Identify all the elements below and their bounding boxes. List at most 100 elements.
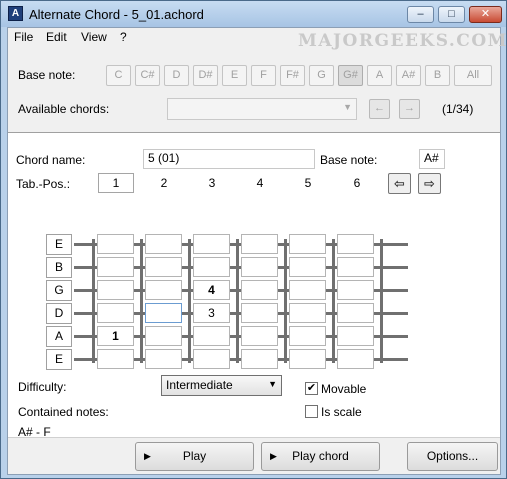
note-button-a[interactable]: A xyxy=(367,65,392,86)
fret-cell[interactable] xyxy=(145,234,182,254)
fret-cell[interactable] xyxy=(193,326,230,346)
note-button-f[interactable]: F xyxy=(251,65,276,86)
fret-cell[interactable] xyxy=(241,257,278,277)
maximize-button[interactable]: □ xyxy=(438,6,465,23)
note-button-d[interactable]: D xyxy=(164,65,189,86)
fret-cell[interactable] xyxy=(337,326,374,346)
chord-panel: Chord name: 5 (01) Base note: A# Tab.-Po… xyxy=(8,132,500,439)
note-button-c-sharp[interactable]: C# xyxy=(135,65,160,86)
note-button-f-sharp[interactable]: F# xyxy=(280,65,305,86)
note-button-a-sharp[interactable]: A# xyxy=(396,65,421,86)
app-window: A Alternate Chord - 5_01.achord – □ ✕ Fi… xyxy=(0,0,507,479)
fret-cell[interactable] xyxy=(145,303,182,323)
fret-line xyxy=(188,239,191,363)
tab-pos-label: Tab.-Pos.: xyxy=(16,177,71,191)
close-button[interactable]: ✕ xyxy=(469,6,502,23)
tab-position-6: 6 xyxy=(353,176,361,190)
fret-cell[interactable] xyxy=(97,349,134,369)
prev-position-button[interactable]: ⇦ xyxy=(388,173,411,194)
menu-edit[interactable]: Edit xyxy=(46,30,67,44)
fret-cell[interactable] xyxy=(241,280,278,300)
fret-line xyxy=(140,239,143,363)
fret-line xyxy=(284,239,287,363)
is-scale-checkbox[interactable] xyxy=(305,405,318,418)
tab-position-3: 3 xyxy=(208,176,216,190)
fret-cell[interactable] xyxy=(241,234,278,254)
fret-cell[interactable] xyxy=(145,326,182,346)
note-button-e[interactable]: E xyxy=(222,65,247,86)
fret-cell[interactable] xyxy=(145,257,182,277)
fret-cell[interactable] xyxy=(193,234,230,254)
contained-notes-value: A# - F xyxy=(18,425,51,439)
footer: ▶ Play ▶ Play chord Options... xyxy=(8,438,500,474)
options-button[interactable]: Options... xyxy=(407,442,498,471)
note-button-g[interactable]: G xyxy=(309,65,334,86)
next-position-button[interactable]: ⇨ xyxy=(418,173,441,194)
note-button-c[interactable]: C xyxy=(106,65,131,86)
tab-position-2: 2 xyxy=(160,176,168,190)
fret-cell[interactable] xyxy=(97,234,134,254)
difficulty-select[interactable]: Intermediate ▼ xyxy=(161,375,282,396)
menu-help[interactable]: ? xyxy=(120,30,127,44)
watermark: MAJORGEEKS.COM xyxy=(298,31,507,51)
fret-cell[interactable] xyxy=(145,280,182,300)
chord-base-note-field[interactable]: A# xyxy=(419,149,445,169)
fret-cell[interactable] xyxy=(241,349,278,369)
movable-label: Movable xyxy=(321,382,367,396)
string-label-e-high: E xyxy=(46,234,72,255)
difficulty-label: Difficulty: xyxy=(18,380,67,394)
chord-counter: (1/34) xyxy=(442,102,474,116)
chord-name-input[interactable]: 5 (01) xyxy=(143,149,315,169)
fret-cell[interactable] xyxy=(337,349,374,369)
fret-cell[interactable] xyxy=(241,326,278,346)
fret-cell[interactable] xyxy=(289,326,326,346)
base-note-label: Base note: xyxy=(18,68,76,82)
menu-view[interactable]: View xyxy=(81,30,107,44)
menu-file[interactable]: File xyxy=(14,30,33,44)
prev-chord-button[interactable]: ← xyxy=(369,99,390,119)
fret-cell[interactable] xyxy=(289,349,326,369)
fret-cell[interactable] xyxy=(289,303,326,323)
note-button-g-sharp[interactable]: G# xyxy=(338,65,363,86)
play-icon: ▶ xyxy=(270,451,277,461)
fret-cell[interactable]: 3 xyxy=(193,303,230,323)
fret-cell[interactable] xyxy=(289,234,326,254)
play-button[interactable]: ▶ Play xyxy=(135,442,254,471)
fret-cell[interactable] xyxy=(241,303,278,323)
chevron-down-icon: ▼ xyxy=(343,102,352,112)
play-button-label: Play xyxy=(182,449,207,463)
available-chords-label: Available chords: xyxy=(18,102,110,116)
play-chord-button[interactable]: ▶ Play chord xyxy=(261,442,380,471)
available-chords-select[interactable]: ▼ xyxy=(167,98,357,120)
string-label-d: D xyxy=(46,303,72,324)
fret-cell[interactable]: 4 xyxy=(193,280,230,300)
fret-cell[interactable] xyxy=(97,257,134,277)
chord-base-note-label: Base note: xyxy=(320,153,378,167)
fret-cell[interactable] xyxy=(145,349,182,369)
fret-cell[interactable] xyxy=(193,257,230,277)
contained-notes-label: Contained notes: xyxy=(18,405,109,419)
fret-cell[interactable] xyxy=(337,234,374,254)
note-button-b[interactable]: B xyxy=(425,65,450,86)
fret-cell[interactable] xyxy=(337,257,374,277)
fret-cell[interactable] xyxy=(337,303,374,323)
fret-line xyxy=(380,239,383,363)
note-button-d-sharp[interactable]: D# xyxy=(193,65,218,86)
fret-cell[interactable] xyxy=(193,349,230,369)
title-bar[interactable]: A Alternate Chord - 5_01.achord – □ ✕ xyxy=(1,1,506,27)
app-icon: A xyxy=(8,6,23,21)
note-button-all[interactable]: All xyxy=(454,65,492,86)
fret-cell[interactable] xyxy=(97,280,134,300)
next-chord-button[interactable]: → xyxy=(399,99,420,119)
fret-cell[interactable] xyxy=(289,280,326,300)
fret-cell[interactable]: 1 xyxy=(97,326,134,346)
movable-checkbox[interactable]: ✔ xyxy=(305,382,318,395)
minimize-button[interactable]: – xyxy=(407,6,434,23)
difficulty-value: Intermediate xyxy=(166,378,233,392)
fret-cell[interactable] xyxy=(97,303,134,323)
fret-cell[interactable] xyxy=(337,280,374,300)
tab-position-1[interactable]: 1 xyxy=(98,173,134,193)
fret-cell[interactable] xyxy=(289,257,326,277)
fret-line xyxy=(92,239,95,363)
play-icon: ▶ xyxy=(144,451,151,461)
